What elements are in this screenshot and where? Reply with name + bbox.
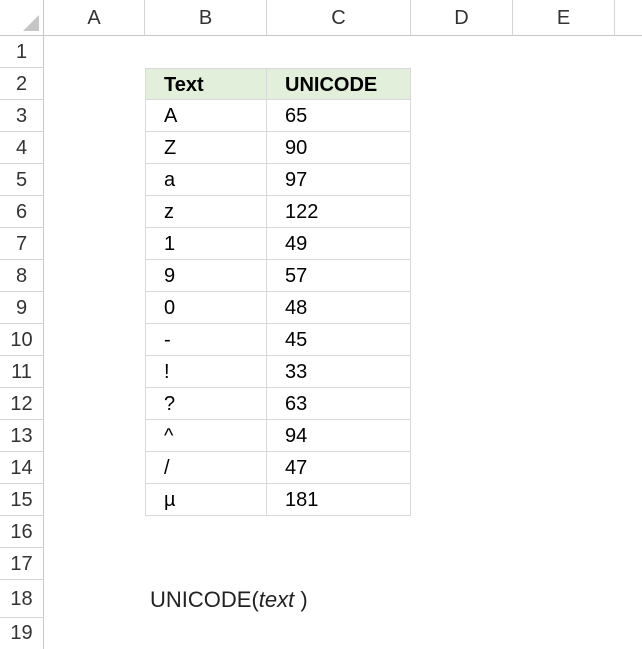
column-header-d[interactable]: D — [411, 0, 513, 36]
row-header-8[interactable]: 8 — [0, 260, 44, 292]
table-cell-text[interactable]: ! — [145, 356, 267, 388]
table-header-unicode[interactable]: UNICODE — [267, 68, 411, 100]
table-cell-text[interactable]: 9 — [145, 260, 267, 292]
table-cell-unicode[interactable]: 45 — [267, 324, 411, 356]
table-cell-unicode[interactable]: 65 — [267, 100, 411, 132]
table-cell-unicode[interactable]: 122 — [267, 196, 411, 228]
column-header-a[interactable]: A — [44, 0, 145, 36]
row-header-15[interactable]: 15 — [0, 484, 44, 516]
column-header-b[interactable]: B — [145, 0, 267, 36]
row-header-18[interactable]: 18 — [0, 580, 44, 618]
column-header-c[interactable]: C — [267, 0, 411, 36]
table-cell-text[interactable]: µ — [145, 484, 267, 516]
table-cell-unicode[interactable]: 57 — [267, 260, 411, 292]
table-cell-unicode[interactable]: 33 — [267, 356, 411, 388]
table-cell-text[interactable]: / — [145, 452, 267, 484]
table-cell-unicode[interactable]: 63 — [267, 388, 411, 420]
table-cell-unicode[interactable]: 97 — [267, 164, 411, 196]
table-cell-unicode[interactable]: 48 — [267, 292, 411, 324]
row-header-12[interactable]: 12 — [0, 388, 44, 420]
table-header-text[interactable]: Text — [145, 68, 267, 100]
row-header-1[interactable]: 1 — [0, 36, 44, 68]
table-cell-unicode[interactable]: 94 — [267, 420, 411, 452]
row-header-13[interactable]: 13 — [0, 420, 44, 452]
formula-function-name: UNICODE( — [150, 587, 259, 612]
table-cell-text[interactable]: - — [145, 324, 267, 356]
table-cell-text[interactable]: ? — [145, 388, 267, 420]
row-header-19[interactable]: 19 — [0, 618, 44, 649]
table-cell-unicode[interactable]: 47 — [267, 452, 411, 484]
formula-argument: text — [258, 587, 295, 612]
table-cell-text[interactable]: 1 — [145, 228, 267, 260]
row-header-10[interactable]: 10 — [0, 324, 44, 356]
row-header-2[interactable]: 2 — [0, 68, 44, 100]
row-header-11[interactable]: 11 — [0, 356, 44, 388]
row-header-14[interactable]: 14 — [0, 452, 44, 484]
table-cell-text[interactable]: ^ — [145, 420, 267, 452]
formula-syntax[interactable]: UNICODE(text ) — [150, 584, 308, 616]
table-cell-text[interactable]: Z — [145, 132, 267, 164]
row-header-17[interactable]: 17 — [0, 548, 44, 580]
table-cell-unicode[interactable]: 49 — [267, 228, 411, 260]
row-header-6[interactable]: 6 — [0, 196, 44, 228]
row-header-7[interactable]: 7 — [0, 228, 44, 260]
row-header-9[interactable]: 9 — [0, 292, 44, 324]
table-cell-text[interactable]: 0 — [145, 292, 267, 324]
table-cell-text[interactable]: a — [145, 164, 267, 196]
spreadsheet: A B C D E 1 2 3 4 5 6 7 8 9 10 11 12 13 … — [0, 0, 642, 649]
row-header-5[interactable]: 5 — [0, 164, 44, 196]
select-all-triangle-icon — [23, 15, 39, 31]
table-cell-text[interactable]: A — [145, 100, 267, 132]
select-all-button[interactable] — [0, 0, 44, 36]
table-cell-unicode[interactable]: 90 — [267, 132, 411, 164]
column-header-e[interactable]: E — [513, 0, 615, 36]
column-header-f-partial[interactable] — [615, 0, 642, 36]
table-cell-text[interactable]: z — [145, 196, 267, 228]
row-header-3[interactable]: 3 — [0, 100, 44, 132]
table-cell-unicode[interactable]: 181 — [267, 484, 411, 516]
formula-close-paren: ) — [294, 587, 308, 612]
row-header-4[interactable]: 4 — [0, 132, 44, 164]
row-header-16[interactable]: 16 — [0, 516, 44, 548]
